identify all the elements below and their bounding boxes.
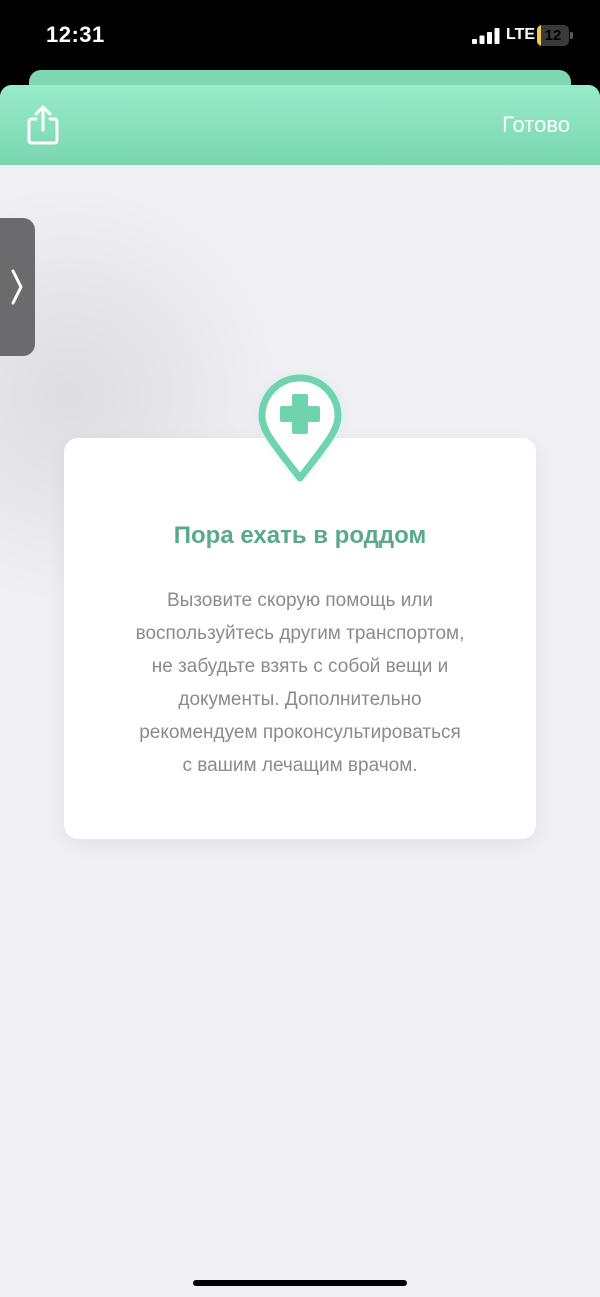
status-time: 12:31 (46, 22, 105, 47)
card-title: Пора ехать в роддом (173, 522, 427, 549)
card-message: Вызовите скорую помощь или воспользуйтес… (135, 590, 465, 776)
battery-indicator: 12 (537, 25, 573, 46)
status-bar: 12:31 LTE 12 (0, 0, 600, 72)
cellular-signal-icon (472, 28, 500, 44)
side-panel-handle[interactable] (0, 218, 35, 356)
battery-cap (570, 32, 573, 39)
done-button[interactable]: Готово (502, 112, 570, 138)
modal-sheet: Готово Пора ехать в роддом Вызовите скор… (0, 85, 600, 1297)
network-type-label: LTE (506, 26, 536, 43)
chevron-right-icon (11, 269, 23, 305)
share-button[interactable] (22, 103, 64, 147)
home-indicator (193, 1280, 407, 1286)
notification-card: Пора ехать в роддом Вызовите скорую помо… (64, 438, 536, 839)
battery-level-text: 12 (544, 27, 562, 44)
hospital-location-pin-icon (258, 374, 342, 482)
share-icon (27, 105, 59, 145)
content-area: Пора ехать в роддом Вызовите скорую помо… (0, 165, 600, 1297)
sheet-header: Готово (0, 85, 600, 165)
